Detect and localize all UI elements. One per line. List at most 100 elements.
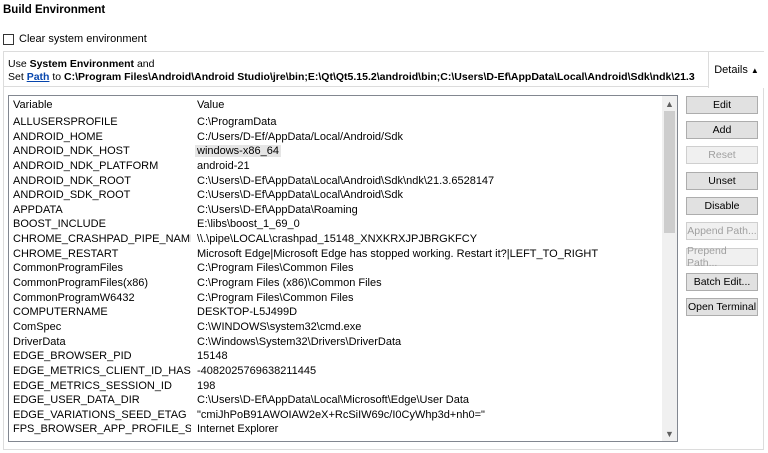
details-label: Details — [714, 64, 748, 76]
variable-value-cell: android-21 — [197, 159, 250, 172]
list-rows: ALLUSERSPROFILE C:\ProgramData ANDROID_HOM… — [9, 115, 664, 437]
summary-path-value: C:\Program Files\Android\Android Studio\… — [64, 71, 695, 83]
table-row[interactable]: ALLUSERSPROFILE C:\ProgramData — [9, 115, 664, 130]
variable-name-cell: APPDATA — [13, 203, 63, 216]
summary-text: Use — [8, 58, 30, 70]
variable-name-cell: CommonProgramFiles(x86) — [13, 277, 149, 290]
table-row[interactable]: ANDROID_NDK_HOST windows-x86_64 — [9, 144, 664, 159]
variable-value-cell: 198 — [197, 379, 216, 392]
variable-value-cell: -4082025769638211445 — [197, 364, 317, 377]
summary-text: to — [49, 71, 65, 83]
variable-value-cell: C:\Program Files\Common Files — [197, 291, 354, 304]
summary-text: Set — [8, 71, 27, 83]
column-header-variable[interactable]: Variable — [9, 96, 191, 115]
variable-name-cell: EDGE_VARIATIONS_SEED_ETAG — [13, 408, 187, 421]
variable-value-cell: C:\Program Files (x86)\Common Files — [197, 277, 382, 290]
variable-name-cell: ANDROID_HOME — [13, 130, 103, 143]
variable-value-cell: C:\Windows\System32\Drivers\DriverData — [197, 335, 402, 348]
summary-base-env: System Environment — [29, 58, 135, 70]
table-row[interactable]: EDGE_USER_DATA_DIR C:\Users\D-Ef\AppData\… — [9, 393, 664, 408]
path-link[interactable]: Path — [27, 71, 50, 83]
scrollbar-thumb[interactable] — [664, 111, 675, 233]
environment-variable-list[interactable]: Variable Value ALLUSERSPROFILE C:\Program… — [8, 95, 678, 442]
variable-value-cell: C:\WINDOWS\system32\cmd.exe — [197, 320, 362, 333]
table-row[interactable]: EDGE_VARIATIONS_SEED_ETAG "cmiJhPoB91AWOI… — [9, 408, 664, 423]
divider — [4, 86, 708, 87]
variable-value-cell: windows-x86_64 — [191, 144, 664, 159]
variable-name-cell: ANDROID_NDK_ROOT — [13, 174, 131, 187]
batch-edit-button[interactable]: Batch Edit... — [686, 273, 758, 291]
scroll-up-icon[interactable]: ▲ — [662, 96, 677, 111]
variable-name-cell: ANDROID_SDK_ROOT — [13, 189, 131, 202]
table-row[interactable]: EDGE_METRICS_SESSION_ID 198 — [9, 379, 664, 394]
variable-value-cell: Internet Explorer — [197, 423, 279, 436]
unset-button[interactable]: Unset — [686, 172, 758, 190]
variable-name-cell: EDGE_METRICS_CLIENT_ID_HASH — [13, 364, 191, 377]
variable-name-cell: ANDROID_NDK_HOST — [13, 145, 130, 158]
open-terminal-button[interactable]: Open Terminal — [686, 298, 758, 316]
variable-value-cell: C:\Program Files\Common Files — [197, 262, 354, 275]
variable-name-cell: DriverData — [13, 335, 66, 348]
table-row[interactable]: CHROME_CRASHPAD_PIPE_NAME \\.\pipe\LOCAL\… — [9, 232, 664, 247]
variable-name-cell: CHROME_RESTART — [13, 247, 119, 260]
variable-value-cell: "cmiJhPoB91AWOIAW2eX+RcSiIW69c/I0CyWhp3d… — [197, 408, 485, 421]
variable-name-cell: FPS_BROWSER_APP_PROFILE_STRING — [13, 423, 191, 436]
edit-button[interactable]: Edit — [686, 96, 758, 114]
selected-value: windows-x86_64 — [195, 145, 281, 158]
list-header: Variable Value — [9, 96, 664, 115]
variable-value-cell: C:\ProgramData — [197, 116, 277, 128]
variable-name-cell: CommonProgramW6432 — [13, 291, 135, 304]
variable-value-cell: 15148 — [197, 350, 228, 363]
table-row[interactable]: ANDROID_NDK_ROOT C:\Users\D-Ef\AppData\Lo… — [9, 174, 664, 189]
append-path-button[interactable]: Append Path... — [686, 222, 758, 240]
variable-value-cell: C:/Users/D-Ef/AppData/Local/Android/Sdk — [197, 130, 404, 143]
scroll-down-icon[interactable]: ▼ — [662, 426, 677, 441]
variable-name-cell: ComSpec — [13, 320, 62, 333]
variable-name-cell: BOOST_INCLUDE — [13, 218, 106, 231]
column-header-value[interactable]: Value — [191, 96, 224, 115]
table-row[interactable]: CHROME_RESTART Microsoft Edge|Microsoft E… — [9, 247, 664, 262]
variable-name-cell: ALLUSERSPROFILE — [13, 116, 118, 128]
triangle-up-icon: ▲ — [750, 65, 759, 75]
variable-name-cell: EDGE_BROWSER_PID — [13, 350, 132, 363]
environment-summary: Use System Environment and Set Path to C… — [8, 58, 708, 84]
vertical-scrollbar[interactable]: ▲ ▼ — [662, 96, 677, 441]
section-title: Build Environment — [3, 4, 106, 16]
summary-text: and — [134, 58, 155, 70]
clear-environment-checkbox[interactable] — [3, 33, 14, 45]
table-row[interactable]: CommonProgramFiles(x86) C:\Program Files … — [9, 276, 664, 291]
details-toggle[interactable]: Details ▲ — [708, 52, 764, 88]
clear-environment-checkbox-row[interactable]: Clear system environment — [3, 33, 147, 45]
table-row[interactable]: DriverData C:\Windows\System32\Drivers\Dr… — [9, 335, 664, 350]
table-row[interactable]: ANDROID_HOME C:/Users/D-Ef/AppData/Local/… — [9, 130, 664, 145]
table-row[interactable]: ComSpec C:\WINDOWS\system32\cmd.exe — [9, 320, 664, 335]
table-row[interactable]: EDGE_BROWSER_PID 15148 — [9, 349, 664, 364]
disable-button[interactable]: Disable — [686, 197, 758, 215]
variable-value-cell: C:\Users\D-Ef\AppData\Local\Android\Sdk\… — [197, 174, 495, 187]
variable-value-cell: DESKTOP-L5J499D — [197, 306, 298, 319]
table-row[interactable]: EDGE_METRICS_CLIENT_ID_HASH -408202576963… — [9, 364, 664, 379]
variable-name-cell: EDGE_USER_DATA_DIR — [13, 394, 140, 407]
variable-value-cell: C:\Users\D-Ef\AppData\Roaming — [197, 203, 358, 216]
add-button[interactable]: Add — [686, 121, 758, 139]
prepend-path-button[interactable]: Prepend Path... — [686, 245, 758, 269]
reset-button[interactable]: Reset — [686, 146, 758, 164]
variable-name-cell: CHROME_CRASHPAD_PIPE_NAME — [13, 233, 191, 246]
table-row[interactable]: FPS_BROWSER_APP_PROFILE_STRING Internet E… — [9, 422, 664, 437]
table-row[interactable]: ANDROID_NDK_PLATFORM android-21 — [9, 159, 664, 174]
variable-value-cell: C:\Users\D-Ef\AppData\Local\Android\Sdk — [197, 189, 404, 202]
table-row[interactable]: CommonProgramFiles C:\Program Files\Commo… — [9, 261, 664, 276]
variable-name-cell: CommonProgramFiles — [13, 262, 124, 275]
table-row[interactable]: APPDATA C:\Users\D-Ef\AppData\Roaming — [9, 203, 664, 218]
variable-name-cell: COMPUTERNAME — [13, 306, 108, 319]
clear-environment-label: Clear system environment — [19, 33, 147, 45]
variable-value-cell: \\.\pipe\LOCAL\crashpad_15148_XNXKRXJPJB… — [197, 233, 478, 246]
variable-name-cell: ANDROID_NDK_PLATFORM — [13, 159, 159, 172]
table-row[interactable]: CommonProgramW6432 C:\Program Files\Commo… — [9, 291, 664, 306]
table-row[interactable]: COMPUTERNAME DESKTOP-L5J499D — [9, 305, 664, 320]
variable-value-cell: E:\libs\boost_1_69_0 — [197, 218, 300, 231]
table-row[interactable]: BOOST_INCLUDE E:\libs\boost_1_69_0 — [9, 217, 664, 232]
variable-value-cell: Microsoft Edge|Microsoft Edge has stoppe… — [197, 247, 599, 260]
variable-name-cell: EDGE_METRICS_SESSION_ID — [13, 379, 172, 392]
table-row[interactable]: ANDROID_SDK_ROOT C:\Users\D-Ef\AppData\Lo… — [9, 188, 664, 203]
